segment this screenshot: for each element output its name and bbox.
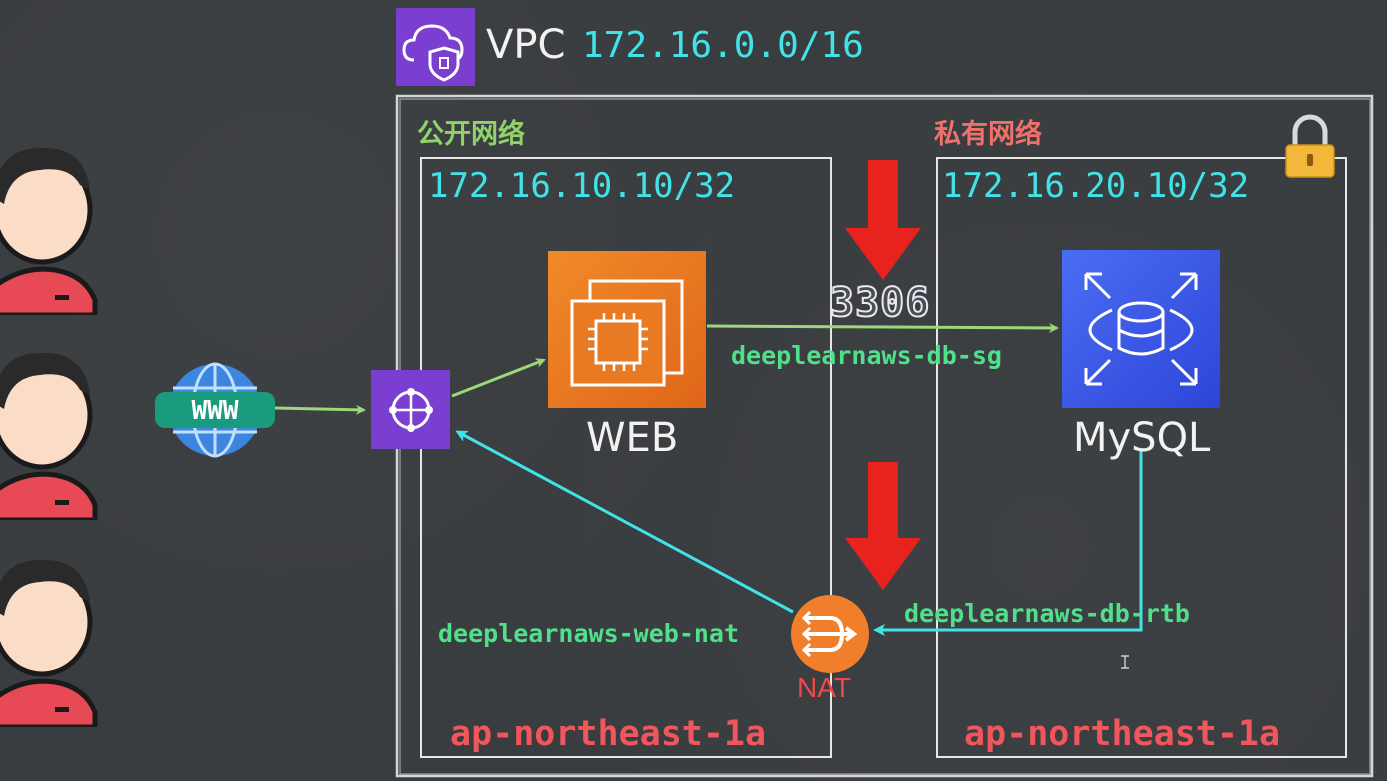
nat-label: NAT [797, 672, 851, 703]
red-arrow-bottom [845, 462, 921, 590]
user-avatar-icon [0, 559, 98, 727]
private-subnet-az: ap-northeast-1a [964, 714, 1281, 754]
port-label: 3306 [829, 279, 931, 327]
vpc-cidr: 172.16.0.0/16 [582, 25, 864, 66]
user-avatar-icon [0, 352, 98, 520]
nat-gateway[interactable] [790, 594, 870, 674]
vpc-shield-cloud-icon [402, 24, 464, 82]
rds-database-icon [1084, 272, 1198, 386]
public-subnet-cidr: 172.16.10.10/32 [428, 166, 736, 206]
public-subnet-az: ap-northeast-1a [450, 714, 767, 754]
security-group-label: deeplearnaws-db-sg [731, 341, 1002, 370]
vpc-badge [396, 8, 475, 86]
www-label: WWW [191, 396, 239, 426]
mysql-rds-instance[interactable] [1062, 250, 1220, 408]
public-subnet-label: 公开网络 [417, 119, 525, 150]
web-label: WEB [586, 415, 679, 461]
text-cursor-icon [1121, 655, 1129, 669]
private-subnet-cidr: 172.16.20.10/32 [942, 166, 1250, 206]
red-arrow-top [845, 160, 921, 280]
mysql-label: MySQL [1073, 415, 1211, 461]
vpc-title: VPC [486, 22, 566, 68]
nat-gateway-name-label: deeplearnaws-web-nat [438, 619, 740, 648]
internet-gateway[interactable] [371, 370, 450, 449]
ec2-instance-icon [570, 279, 684, 387]
internet-globe: WWW [155, 362, 275, 458]
web-ec2-instance[interactable] [548, 251, 706, 408]
user-avatar-icon [0, 147, 98, 315]
internet-gateway-icon [389, 388, 433, 432]
nat-gateway-icon [791, 595, 869, 673]
private-subnet-label: 私有网络 [934, 119, 1042, 150]
route-table-label: deeplearnaws-db-rtb [904, 599, 1190, 628]
padlock-icon [1285, 114, 1335, 178]
